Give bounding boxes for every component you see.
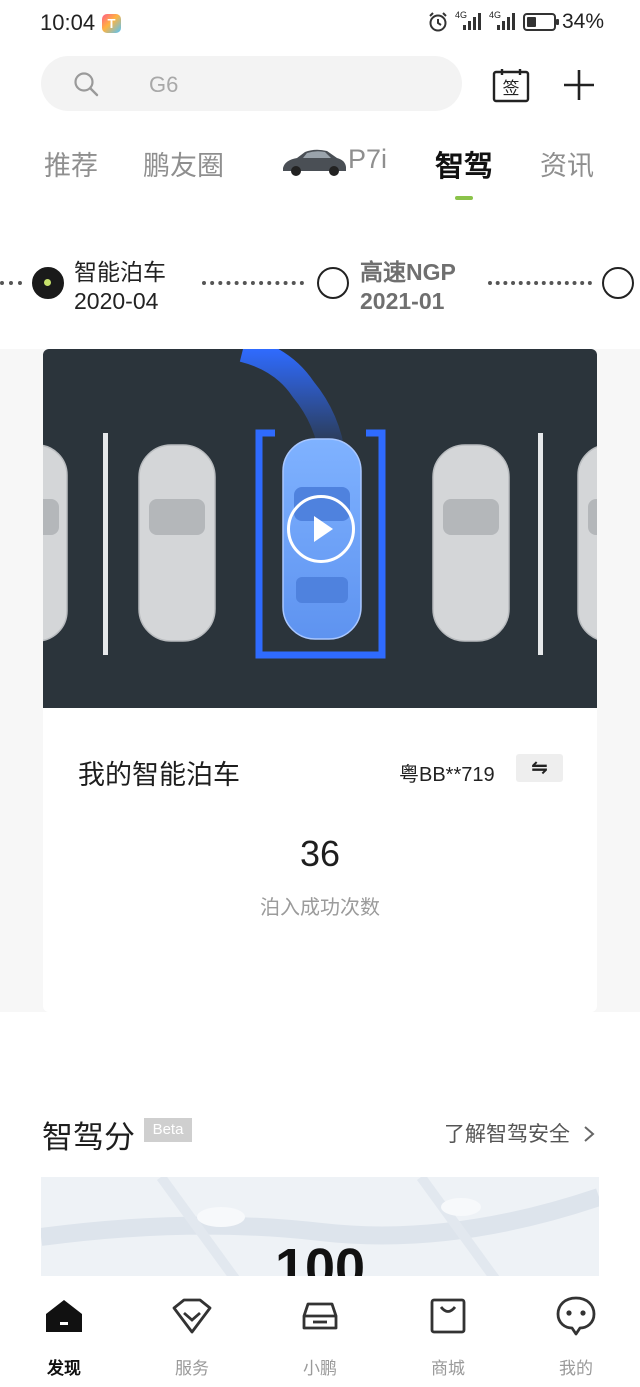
top-tabs: 推荐 鹏友圈 P7i 智驾 资讯 — [0, 140, 640, 210]
bottom-navigation: 发现 服务 小鹏 商城 我的 — [0, 1276, 640, 1387]
parking-success-count: 36 — [299, 833, 341, 874]
svg-text:签: 签 — [503, 79, 520, 99]
timeline-item-title[interactable]: 智能泊车 — [74, 253, 166, 287]
nav-label: 我的 — [559, 1359, 593, 1378]
play-icon — [314, 516, 333, 542]
nav-label: 小鹏 — [303, 1359, 337, 1378]
beta-badge: Beta — [144, 1118, 192, 1142]
car-icon — [302, 1302, 338, 1330]
nav-mine[interactable]: 我的 — [531, 1294, 621, 1379]
shopping-bag-icon — [430, 1298, 466, 1334]
profile-face-icon — [556, 1296, 596, 1336]
search-input[interactable]: G6 — [41, 56, 462, 111]
status-time: 10:04 — [40, 10, 96, 35]
license-plate: 粤BB**719 — [399, 764, 495, 786]
alarm-icon — [429, 12, 447, 32]
smart-parking-card: 我的智能泊车 粤BB**719 ⇋ 36 泊入成功次数 — [43, 349, 597, 1012]
nav-label: 服务 — [175, 1359, 209, 1378]
tab-friends-circle[interactable]: 鹏友圈 — [143, 144, 224, 183]
home-icon — [46, 1300, 82, 1332]
nav-discover[interactable]: 发现 — [19, 1294, 109, 1379]
battery-icon — [522, 13, 559, 31]
signal-icon: 4G — [454, 10, 483, 32]
learn-safety-label: 了解智驾安全 — [444, 1123, 570, 1146]
nav-xpeng[interactable]: 小鹏 — [275, 1294, 365, 1379]
timeline-item-date: 2020-04 — [74, 288, 159, 314]
p7i-car-icon — [283, 149, 346, 176]
tab-recommend[interactable]: 推荐 — [44, 144, 98, 183]
battery-percent: 34% — [561, 10, 604, 33]
timeline-node[interactable] — [317, 267, 349, 299]
parking-card-title: 我的智能泊车 — [78, 760, 240, 790]
timeline-node-active[interactable] — [32, 267, 64, 299]
tab-news[interactable]: 资讯 — [540, 144, 594, 183]
status-bar: 10:04 T 4G 4G 34% — [0, 0, 640, 46]
timeline-item-title[interactable]: 高速NGP — [360, 253, 456, 287]
parking-success-label: 泊入成功次数 — [260, 897, 380, 919]
nav-mall[interactable]: 商城 — [403, 1294, 493, 1379]
status-indicators: 4G 4G 34% — [427, 10, 604, 34]
search-placeholder: G6 — [149, 72, 179, 97]
active-tab-indicator — [455, 196, 473, 200]
tab-p7i[interactable]: P7i — [348, 144, 387, 175]
add-icon[interactable] — [561, 67, 597, 103]
signal-label: 4G — [454, 10, 467, 20]
switch-vehicle-button[interactable]: ⇋ — [516, 754, 563, 782]
driving-score-title: 智驾分 — [42, 1120, 135, 1155]
nav-label: 发现 — [47, 1359, 81, 1378]
diamond-icon — [172, 1298, 212, 1334]
timeline-connector — [488, 281, 592, 285]
chevron-right-icon — [584, 1126, 595, 1142]
nav-service[interactable]: 服务 — [147, 1294, 237, 1379]
signal-label-2: 4G — [488, 10, 501, 20]
search-icon — [74, 72, 99, 97]
play-button[interactable] — [287, 495, 355, 563]
timeline-node[interactable] — [602, 267, 634, 299]
timeline-item-date: 2021-01 — [360, 288, 445, 314]
learn-safety-link[interactable]: 了解智驾安全 — [444, 1118, 596, 1148]
nav-label: 商城 — [431, 1359, 465, 1378]
signal-icon-2: 4G — [488, 10, 517, 32]
app-notification-icon: T — [102, 14, 121, 33]
driving-score-card[interactable]: 100 — [41, 1177, 599, 1287]
tab-smart-driving[interactable]: 智驾 — [435, 143, 493, 185]
sign-in-calendar-icon[interactable]: 签 — [492, 67, 530, 103]
timeline-connector — [202, 281, 304, 285]
feature-timeline: 智能泊车 2020-04 高速NGP 2021-01 — [0, 245, 640, 325]
timeline-connector — [0, 281, 22, 285]
parking-video[interactable] — [43, 349, 597, 708]
